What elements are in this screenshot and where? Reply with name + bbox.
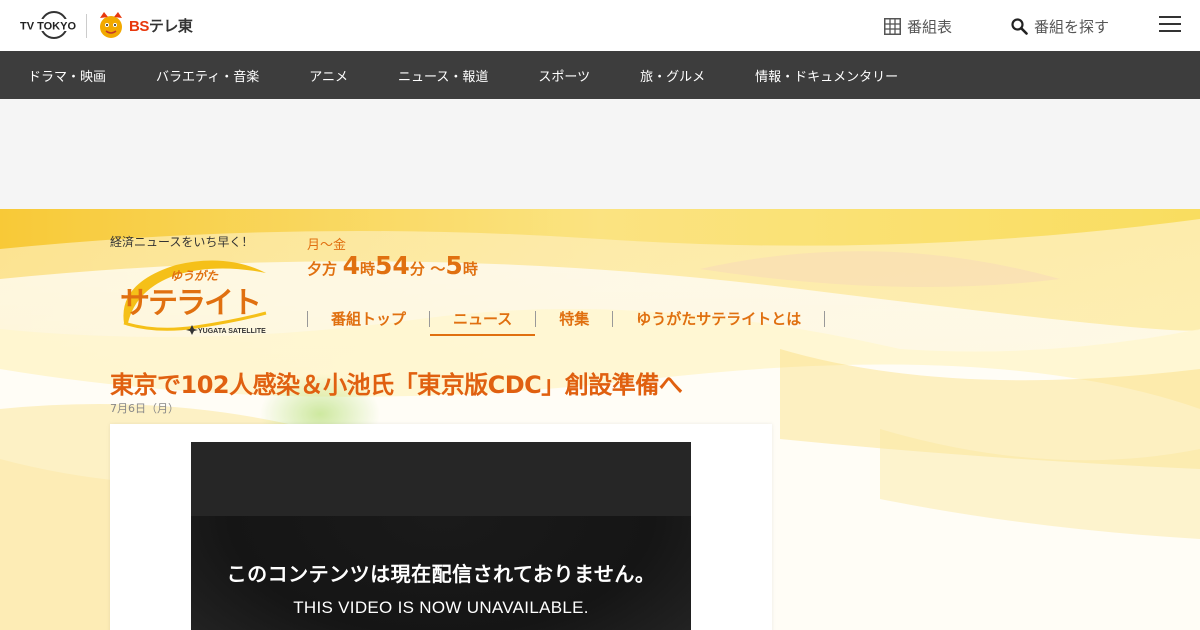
svg-text:TV TOKYO: TV TOKYO — [20, 21, 76, 33]
genre-drama-movie[interactable]: ドラマ・映画 — [28, 66, 106, 85]
svg-text:サテライト: サテライト — [120, 286, 260, 321]
article-title: 東京で102人感染＆小池氏「東京版CDC」創設準備へ — [110, 371, 683, 399]
bs-suffix: テレ東 — [148, 17, 193, 35]
tab-about[interactable]: ゆうがたサテライトとは — [613, 303, 824, 335]
search-label: 番組を探す — [1034, 17, 1110, 36]
nav-separator — [824, 311, 826, 327]
video-unavailable-message-en: THIS VIDEO IS NOW UNAVAILABLE. — [293, 598, 589, 617]
search-link[interactable]: 番組を探す — [1011, 15, 1109, 37]
site-header: TV TOKYO BSテレ東 番組表 番組を探す — [0, 0, 1200, 51]
genre-news[interactable]: ニュース・報道 — [398, 66, 488, 85]
catch-copy: 経済ニュースをいち早く！ — [110, 235, 254, 249]
genre-nav: ドラマ・映画 バラエティ・音楽 アニメ ニュース・報道 スポーツ 旅・グルメ 情… — [0, 51, 1200, 99]
genre-info-documentary[interactable]: 情報・ドキュメンタリー — [755, 66, 898, 85]
bs-prefix: BS — [129, 17, 149, 35]
ad-space — [0, 99, 1200, 209]
tab-news[interactable]: ニュース — [430, 303, 536, 336]
mascot-icon — [100, 12, 122, 38]
tvtokyo-logo[interactable]: TV TOKYO — [20, 10, 76, 40]
video-unavailable-message-jp: このコンテンツは現在配信されておりません。 — [226, 562, 656, 586]
genre-travel-gourmet[interactable]: 旅・グルメ — [640, 66, 705, 85]
search-icon — [1011, 17, 1028, 35]
article-date: 7月6日（月） — [110, 402, 179, 415]
schedule-link[interactable]: 番組表 — [884, 15, 952, 37]
yugata-satellite-logo[interactable]: ゆうがた サテライト YUGATA SATELLITE — [116, 253, 276, 339]
svg-text:ゆうがた: ゆうがた — [170, 269, 219, 283]
logo-divider — [86, 14, 87, 38]
program-hero: 経済ニュースをいち早く！ ゆうがた サテライト YUGATA SATELLITE… — [0, 209, 1200, 630]
tab-program-top[interactable]: 番組トップ — [308, 303, 429, 335]
svg-text:YUGATA SATELLITE: YUGATA SATELLITE — [198, 328, 266, 335]
genre-sports[interactable]: スポーツ — [538, 66, 590, 85]
bs-teletou-logo[interactable]: BSテレ東 — [96, 9, 193, 41]
grid-icon — [884, 17, 901, 35]
tab-features[interactable]: 特集 — [536, 303, 612, 335]
schedule-label: 番組表 — [907, 17, 953, 36]
video-player[interactable]: このコンテンツは現在配信されておりません。 THIS VIDEO IS NOW … — [191, 442, 691, 630]
genre-anime[interactable]: アニメ — [309, 66, 348, 85]
article-card: このコンテンツは現在配信されておりません。 THIS VIDEO IS NOW … — [110, 424, 772, 630]
hamburger-icon[interactable] — [1159, 16, 1181, 34]
genre-variety-music[interactable]: バラエティ・音楽 — [156, 66, 259, 85]
broadcast-time: 夕方 4時54分 ～5時 — [307, 251, 478, 280]
program-nav: 番組トップ ニュース 特集 ゆうがたサテライトとは — [307, 303, 826, 336]
